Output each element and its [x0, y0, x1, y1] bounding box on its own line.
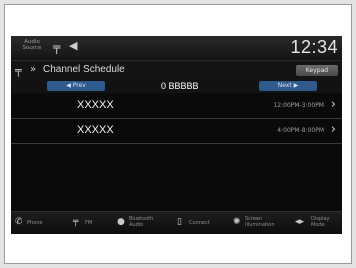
prev-button[interactable]: ◀ Prev [47, 81, 105, 91]
signal-icon: ╤ [15, 64, 22, 77]
fm-label: FM [85, 220, 93, 226]
display-mode-icon: ◂▸ [295, 217, 305, 227]
prev-label: Prev [72, 82, 86, 89]
fm-icon: ╤ [73, 217, 79, 227]
status-bar: Audio Source ╤ ◀ 12:34 [11, 36, 342, 60]
page-title: Channel Schedule [43, 64, 125, 75]
display-mode-label: Display Mode [311, 216, 330, 228]
keypad-button[interactable]: Keypad [296, 65, 338, 76]
schedule-row[interactable]: XXXXX 12:00PM-3:00PM › [11, 94, 342, 119]
phone-icon: ✆ [15, 217, 23, 227]
chevron-right-icon: » [30, 64, 37, 75]
speaker-icon: ◀ [69, 39, 78, 52]
chevron-right-icon: › [330, 97, 336, 112]
connect-icon: ▯ [177, 217, 182, 227]
next-button[interactable]: Next ▶ [259, 81, 317, 91]
program-time: 12:00PM-3:00PM [273, 102, 324, 109]
signal-icon: ╤ [53, 40, 61, 54]
illumination-label: Screen Illumination [245, 216, 275, 228]
phone-label: Phone [27, 220, 43, 226]
bottom-toolbar: ✆ Phone ╤ FM ● Bluetooth Audio ▯ Connect… [11, 211, 342, 234]
brightness-icon: ✺ [233, 217, 241, 227]
program-name: XXXXX [77, 124, 114, 136]
bluetooth-label: Bluetooth Audio [129, 216, 154, 228]
next-arrow-icon: ▶ [291, 82, 299, 89]
audio-source-button[interactable]: Audio Source [17, 39, 47, 51]
program-time: 4:00PM-8:00PM [277, 127, 324, 134]
illustration-frame: Audio Source ╤ ◀ 12:34 ╤ » Channel Sched… [4, 4, 352, 264]
channel-nav-bar: ◀ Prev 0 BBBBB Next ▶ [11, 80, 342, 93]
clock: 12:34 [290, 37, 338, 57]
bluetooth-icon: ● [117, 217, 125, 227]
next-label: Next [277, 82, 292, 89]
screen-header: ╤ » Channel Schedule Keypad [11, 60, 342, 81]
channel-label: 0 BBBBB [161, 81, 199, 91]
chevron-right-icon: › [330, 122, 336, 137]
connect-label: Connect [189, 220, 210, 226]
schedule-row[interactable]: XXXXX 4:00PM-8:00PM › [11, 119, 342, 144]
program-name: XXXXX [77, 99, 114, 111]
audio-screen: Audio Source ╤ ◀ 12:34 ╤ » Channel Sched… [11, 36, 342, 234]
